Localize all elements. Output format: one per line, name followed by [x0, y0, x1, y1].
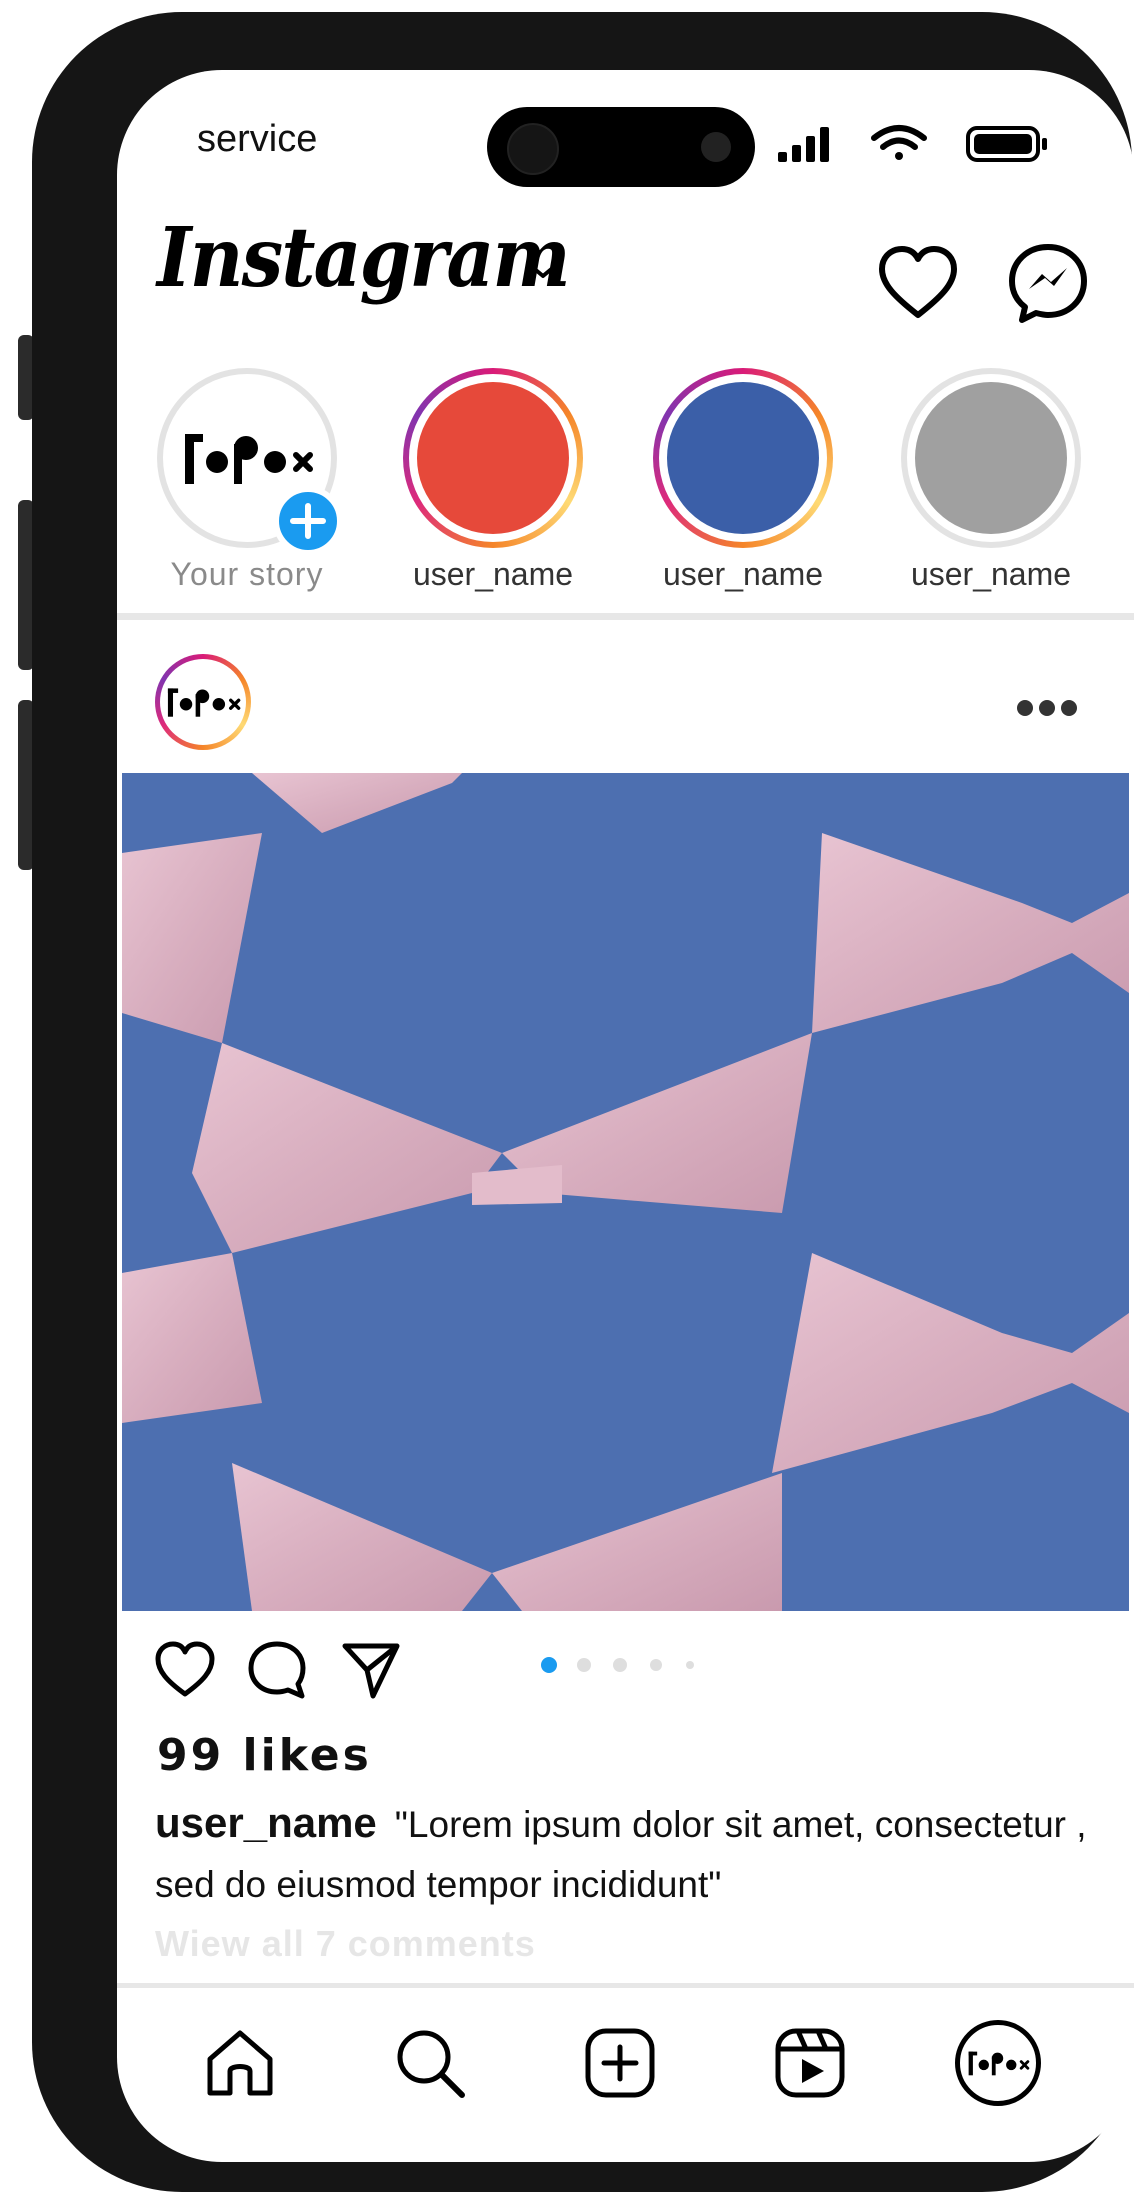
caption-text-line1: "Lorem ipsum dolor sit amet, consectetur…: [394, 1804, 1087, 1845]
profile-logo-avatar: [167, 688, 241, 717]
post-caption: user_name "Lorem ipsum dolor sit amet, co…: [155, 1793, 1105, 1915]
carrier-name: service: [197, 118, 318, 160]
battery-icon: [966, 126, 1047, 162]
search-icon[interactable]: [392, 2025, 468, 2101]
story-user-2[interactable]: user_name: [653, 368, 833, 598]
nav-divider: [117, 1983, 1134, 1988]
caption-username[interactable]: user_name: [155, 1799, 377, 1846]
story-avatar: [915, 382, 1067, 534]
stories-divider: [117, 613, 1134, 620]
carousel-dot-active: [541, 1657, 557, 1673]
story-label: Your story: [170, 556, 324, 592]
reels-icon[interactable]: [772, 2025, 848, 2101]
story-label: user_name: [662, 556, 824, 592]
messenger-icon[interactable]: [1005, 240, 1091, 326]
phone-screen: service Instagram Your story user_name u…: [117, 70, 1134, 2162]
like-heart-icon[interactable]: [153, 1638, 217, 1702]
phone-frame: service Instagram Your story user_name u…: [32, 12, 1134, 2192]
status-icons: [778, 125, 1047, 162]
story-user-3[interactable]: user_name: [901, 368, 1081, 598]
chevron-down-icon[interactable]: [527, 258, 559, 282]
heart-icon[interactable]: [875, 240, 961, 326]
story-your-story[interactable]: Your story: [157, 368, 343, 598]
story-label: user_name: [910, 556, 1072, 592]
sensor-icon: [701, 132, 731, 162]
profile-avatar-icon: [968, 2051, 1030, 2076]
caption-text-line2: sed do eiusmod tempor incididunt": [155, 1864, 722, 1905]
comment-icon[interactable]: [245, 1638, 309, 1702]
wifi-icon: [871, 125, 927, 160]
create-post-icon[interactable]: [582, 2025, 658, 2101]
post-author-avatar[interactable]: [155, 654, 251, 750]
instagram-logo[interactable]: Instagram: [157, 210, 571, 306]
home-icon[interactable]: [202, 2025, 278, 2101]
share-send-icon[interactable]: [339, 1638, 403, 1702]
more-options-icon[interactable]: [1015, 698, 1079, 718]
story-user-1[interactable]: user_name: [403, 368, 583, 598]
post-image[interactable]: [122, 773, 1129, 1611]
cellular-signal-icon: [778, 127, 829, 162]
carousel-dot: [686, 1661, 694, 1669]
story-avatar: [417, 382, 569, 534]
carousel-dot: [613, 1658, 627, 1672]
story-label: user_name: [412, 556, 574, 592]
story-avatar: [667, 382, 819, 534]
carousel-dot: [577, 1658, 591, 1672]
view-comments-link[interactable]: Wiew all 7 comments: [155, 1923, 536, 1965]
add-story-button[interactable]: [273, 486, 343, 556]
plus-icon: [290, 503, 326, 539]
front-camera-icon: [507, 123, 559, 175]
carousel-dot: [650, 1659, 662, 1671]
dynamic-island: [487, 107, 755, 187]
bow-ribbon-image: [122, 773, 1129, 1611]
profile-tab[interactable]: [955, 2020, 1041, 2106]
likes-count[interactable]: 99 likes: [157, 1730, 372, 1781]
